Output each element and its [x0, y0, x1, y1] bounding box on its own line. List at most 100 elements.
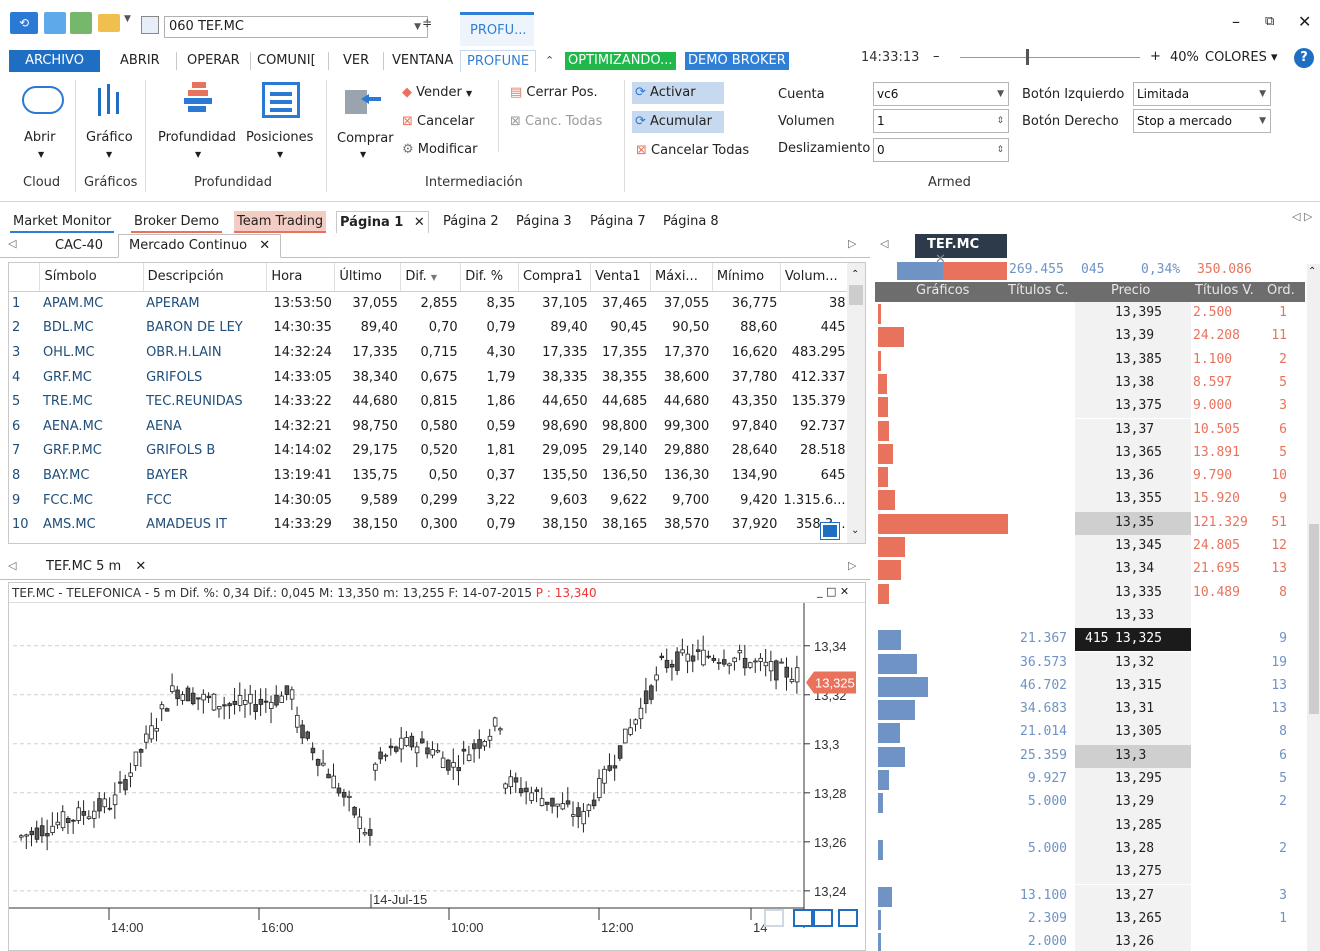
price-cell[interactable]: 13,285	[1115, 818, 1187, 833]
pin-icon[interactable]	[813, 909, 833, 927]
ask-level-row[interactable]: 13,38 8.597 5	[875, 371, 1305, 396]
chart-window-controls[interactable]: _ □ ✕	[817, 585, 849, 598]
bid-quantity-cell[interactable]: 34.683	[995, 701, 1067, 716]
sync-icon[interactable]: ⟲	[10, 12, 38, 34]
price-cell[interactable]: 13,375	[1115, 398, 1187, 413]
vertical-scrollbar[interactable]: ⌃	[1307, 264, 1320, 951]
candlestick-chart[interactable]: 13,3413,3213,313,2813,2613,2413,32514:00…	[9, 603, 865, 950]
ask-quantity-cell[interactable]: 10.489	[1193, 585, 1269, 600]
layout-icon[interactable]	[44, 12, 66, 34]
bid-level-row[interactable]: 13,285	[875, 814, 1305, 838]
bid-level-row[interactable]: 13,265 2.309 1	[875, 907, 1305, 932]
filter-icon[interactable]	[70, 12, 92, 34]
grafico-button[interactable]: Gráfico	[86, 130, 133, 145]
save-layout-icon[interactable]	[793, 909, 813, 927]
bid-level-row[interactable]: 13,3 25.359 6	[875, 744, 1305, 768]
ask-quantity-cell[interactable]: 8.597	[1193, 375, 1269, 390]
abrir-button[interactable]: Abrir	[24, 130, 55, 145]
scroll-left-icon[interactable]: ◁	[8, 559, 16, 572]
zoom-slider-thumb[interactable]	[1026, 49, 1029, 65]
price-cell[interactable]: 13,355	[1115, 491, 1187, 506]
ask-level-row[interactable]: 13,335 10.489 8	[875, 581, 1305, 605]
color-settings-icon[interactable]	[838, 909, 858, 927]
price-cell[interactable]: 13,345	[1115, 538, 1187, 553]
spinner-icon[interactable]: ⇕	[996, 139, 1004, 161]
tab-cac-40[interactable]: CAC-40	[55, 238, 103, 253]
price-cell[interactable]: 13,265	[1115, 911, 1187, 926]
bid-level-row[interactable]: 13,31 34.683 13	[875, 698, 1305, 722]
folder-icon[interactable]	[98, 14, 120, 32]
tab-pagina-8[interactable]: Página 8	[660, 211, 722, 233]
price-cell[interactable]: 13,36	[1115, 468, 1187, 483]
price-cell[interactable]: 13,315	[1115, 678, 1187, 693]
tab-broker-demo[interactable]: Broker Demo	[131, 211, 223, 233]
restore-icon[interactable]: ⧉	[1265, 14, 1274, 29]
vender-button[interactable]: ◆ Vender ▼	[402, 82, 472, 104]
column-header[interactable]: Compra1	[518, 263, 592, 292]
ask-level-row[interactable]: 13,395 2.500 1	[875, 302, 1305, 326]
price-cell[interactable]: 13,335	[1115, 585, 1187, 600]
colors-menu[interactable]: COLORES ▾	[1205, 50, 1278, 65]
table-row[interactable]: 1 APAM.MC APERAM 13:53:50 37,055 2,855 8,35 37,…	[9, 291, 849, 316]
bid-level-row[interactable]: 13,315 46.702 13	[875, 674, 1305, 699]
bid-level-row[interactable]: 13,26 2.000	[875, 931, 1305, 951]
column-header[interactable]: Último	[334, 263, 402, 292]
tab-pagina-1[interactable]: Página 1 ✕	[336, 211, 429, 233]
cancelar-todas-button[interactable]: ⊠ Cancelar Todas	[636, 140, 749, 162]
price-cell[interactable]: 13,39	[1115, 328, 1187, 343]
price-cell[interactable]: 13,35	[1115, 515, 1187, 530]
column-header[interactable]: Mínimo	[712, 263, 781, 292]
ask-level-row[interactable]: 13,345 24.805 12	[875, 535, 1305, 559]
bid-quantity-cell[interactable]: 2.000	[995, 934, 1067, 949]
positions-icon[interactable]	[262, 82, 300, 118]
ask-quantity-cell[interactable]: 10.505	[1193, 422, 1269, 437]
price-cell[interactable]: 13,31	[1115, 701, 1187, 716]
menu-ventana[interactable]: VENTANA	[386, 50, 459, 72]
comprar-button[interactable]: Comprar	[337, 131, 394, 146]
posiciones-button[interactable]: Posiciones	[246, 130, 313, 145]
tab-pagina-3[interactable]: Página 3	[513, 211, 575, 233]
bid-quantity-cell[interactable]: 2.309	[995, 911, 1067, 926]
column-header[interactable]: Símbolo	[39, 263, 144, 292]
vertical-scrollbar[interactable]: ⌃ ⌄	[847, 263, 865, 543]
bid-quantity-cell[interactable]: 46.702	[995, 678, 1067, 693]
price-cell[interactable]: 13,325	[1115, 631, 1187, 646]
scroll-thumb[interactable]	[1309, 524, 1319, 714]
ask-quantity-cell[interactable]: 24.208	[1193, 328, 1269, 343]
profundidad-button[interactable]: Profundidad	[158, 130, 236, 145]
table-row[interactable]: 3 OHL.MC OBR.H.LAIN 14:32:24 17,335 0,715 4,30…	[9, 340, 849, 365]
ask-quantity-cell[interactable]: 1.100	[1193, 352, 1269, 367]
zoom-in-button[interactable]: +	[1150, 49, 1161, 64]
table-row[interactable]: 9 FCC.MC FCC 14:30:05 9,589 0,299 3,22 9,603 9,6…	[9, 488, 849, 513]
activar-button[interactable]: ⟳ Activar	[632, 82, 724, 104]
bid-level-row[interactable]: 13,32 36.573 19	[875, 651, 1305, 675]
save-icon[interactable]	[141, 16, 159, 34]
column-header[interactable]: Dif. %	[460, 263, 519, 292]
acumular-button[interactable]: ⟳ Acumular	[632, 111, 724, 133]
bid-level-row[interactable]: 415 13,325 21.367 9	[875, 628, 1305, 652]
buy-icon[interactable]	[345, 86, 383, 116]
price-cell[interactable]: 13,29	[1115, 794, 1187, 809]
boton-derecho-select[interactable]: Stop a mercado ▼	[1133, 109, 1271, 133]
price-cell[interactable]: 13,37	[1115, 422, 1187, 437]
cloud-icon[interactable]	[22, 86, 64, 114]
table-row[interactable]: 4 GRF.MC GRIFOLS 14:33:05 38,340 0,675 1,79 38,…	[9, 365, 849, 390]
bid-level-row[interactable]: 13,28 5.000 2	[875, 837, 1305, 862]
bid-quantity-cell[interactable]: 5.000	[995, 841, 1067, 856]
tab-market-monitor[interactable]: Market Monitor	[10, 211, 115, 233]
tab-team-trading[interactable]: Team Trading	[234, 211, 327, 233]
tab-scroll-arrows[interactable]: ◁ ▷	[1292, 210, 1312, 223]
close-icon[interactable]: ✕	[414, 215, 425, 230]
scroll-left-icon[interactable]: ◁	[880, 237, 888, 250]
price-cell[interactable]: 13,33	[1115, 608, 1187, 623]
ask-level-row[interactable]: 13,365 13.891 5	[875, 441, 1305, 466]
ask-level-row[interactable]: 13,375 9.000 3	[875, 395, 1305, 419]
minimize-icon[interactable]: –	[1232, 12, 1240, 31]
column-header[interactable]: Descripción	[143, 263, 268, 292]
symbol-combo[interactable]: 060 TEF.MC ▼	[164, 16, 428, 38]
cerrar-pos-button[interactable]: ▤ Cerrar Pos.	[510, 82, 598, 104]
ask-quantity-cell[interactable]: 2.500	[1193, 305, 1269, 320]
tab-hint[interactable]: PROFU...	[460, 12, 534, 46]
scroll-up-icon[interactable]: ⌃	[1308, 266, 1316, 277]
table-row[interactable]: 8 BAY.MC BAYER 13:19:41 135,75 0,50 0,37 135,50…	[9, 463, 849, 488]
